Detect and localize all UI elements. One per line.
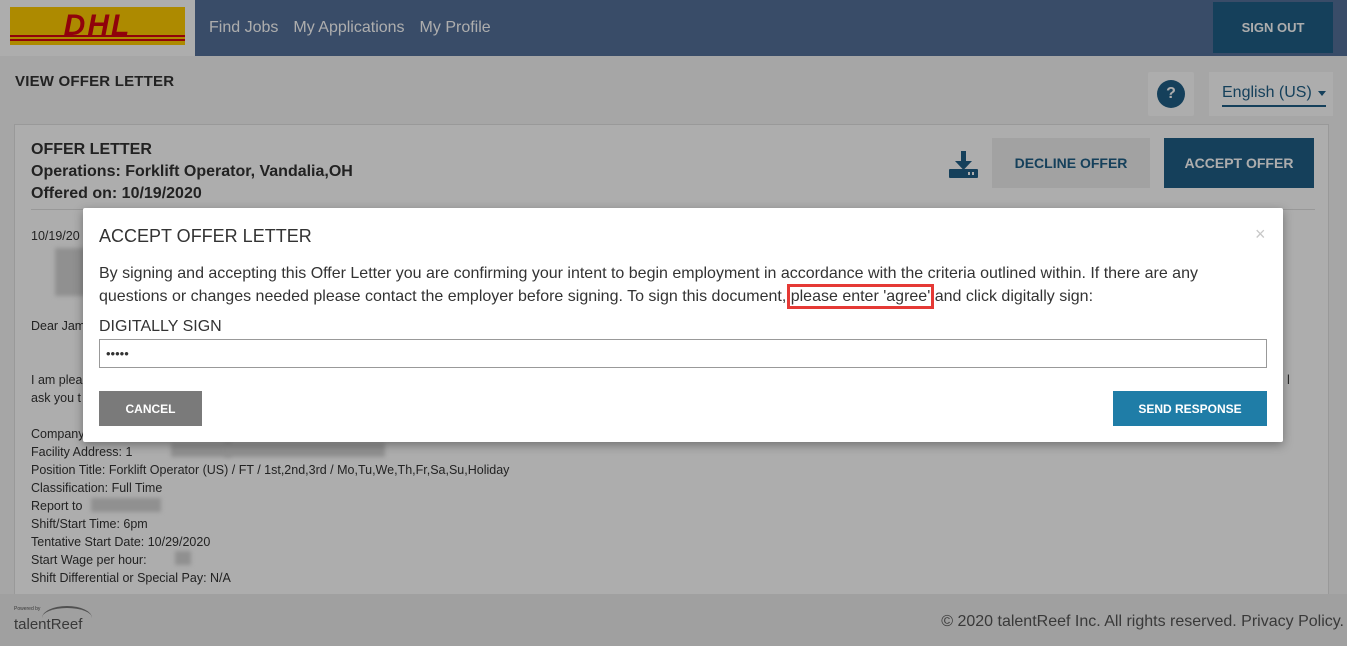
send-response-button[interactable]: SEND RESPONSE: [1113, 391, 1267, 426]
digitally-sign-label: DIGITALLY SIGN: [99, 318, 222, 335]
digital-signature-input[interactable]: [99, 339, 1267, 368]
cancel-button[interactable]: CANCEL: [99, 391, 202, 426]
close-icon[interactable]: ×: [1255, 224, 1266, 245]
modal-body: By signing and accepting this Offer Lett…: [99, 262, 1269, 309]
accept-offer-modal: ACCEPT OFFER LETTER × By signing and acc…: [83, 208, 1283, 442]
highlighted-instruction: please enter 'agree': [786, 284, 935, 309]
modal-body-text-end: and click digitally sign:: [934, 288, 1094, 305]
modal-title: ACCEPT OFFER LETTER: [99, 226, 312, 246]
